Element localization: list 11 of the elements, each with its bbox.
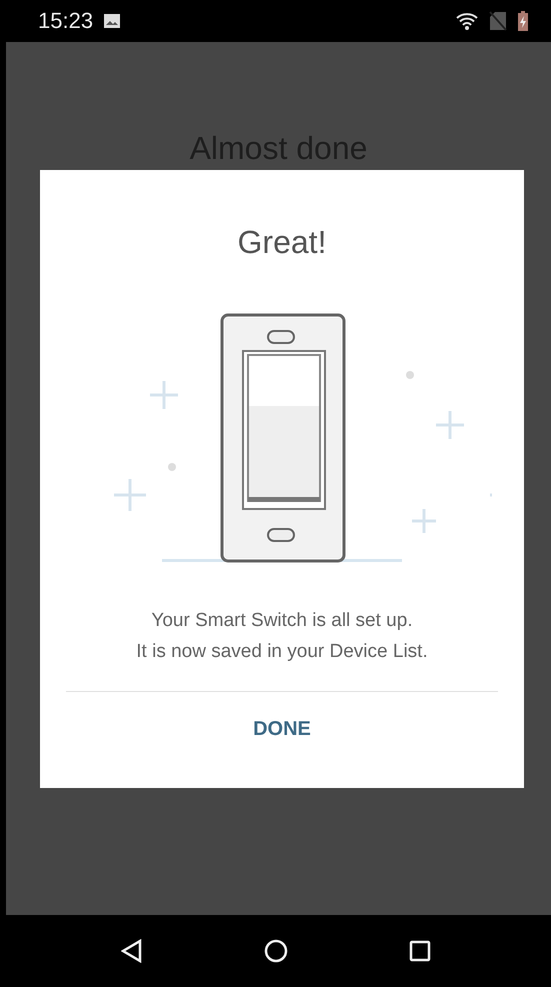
recent-apps-icon[interactable] — [408, 940, 430, 962]
image-notification-icon — [103, 13, 122, 29]
no-sim-icon — [489, 11, 507, 31]
back-icon[interactable] — [120, 939, 142, 963]
done-button[interactable]: DONE — [237, 710, 327, 749]
home-icon[interactable] — [264, 939, 288, 963]
wifi-icon — [455, 11, 479, 31]
status-time: 15:23 — [38, 8, 94, 34]
dialog-title: Great! — [238, 224, 326, 261]
dialog-message: Your Smart Switch is all set up. It is now saved in your Device List. — [136, 609, 428, 664]
battery-charging-icon — [517, 10, 529, 32]
